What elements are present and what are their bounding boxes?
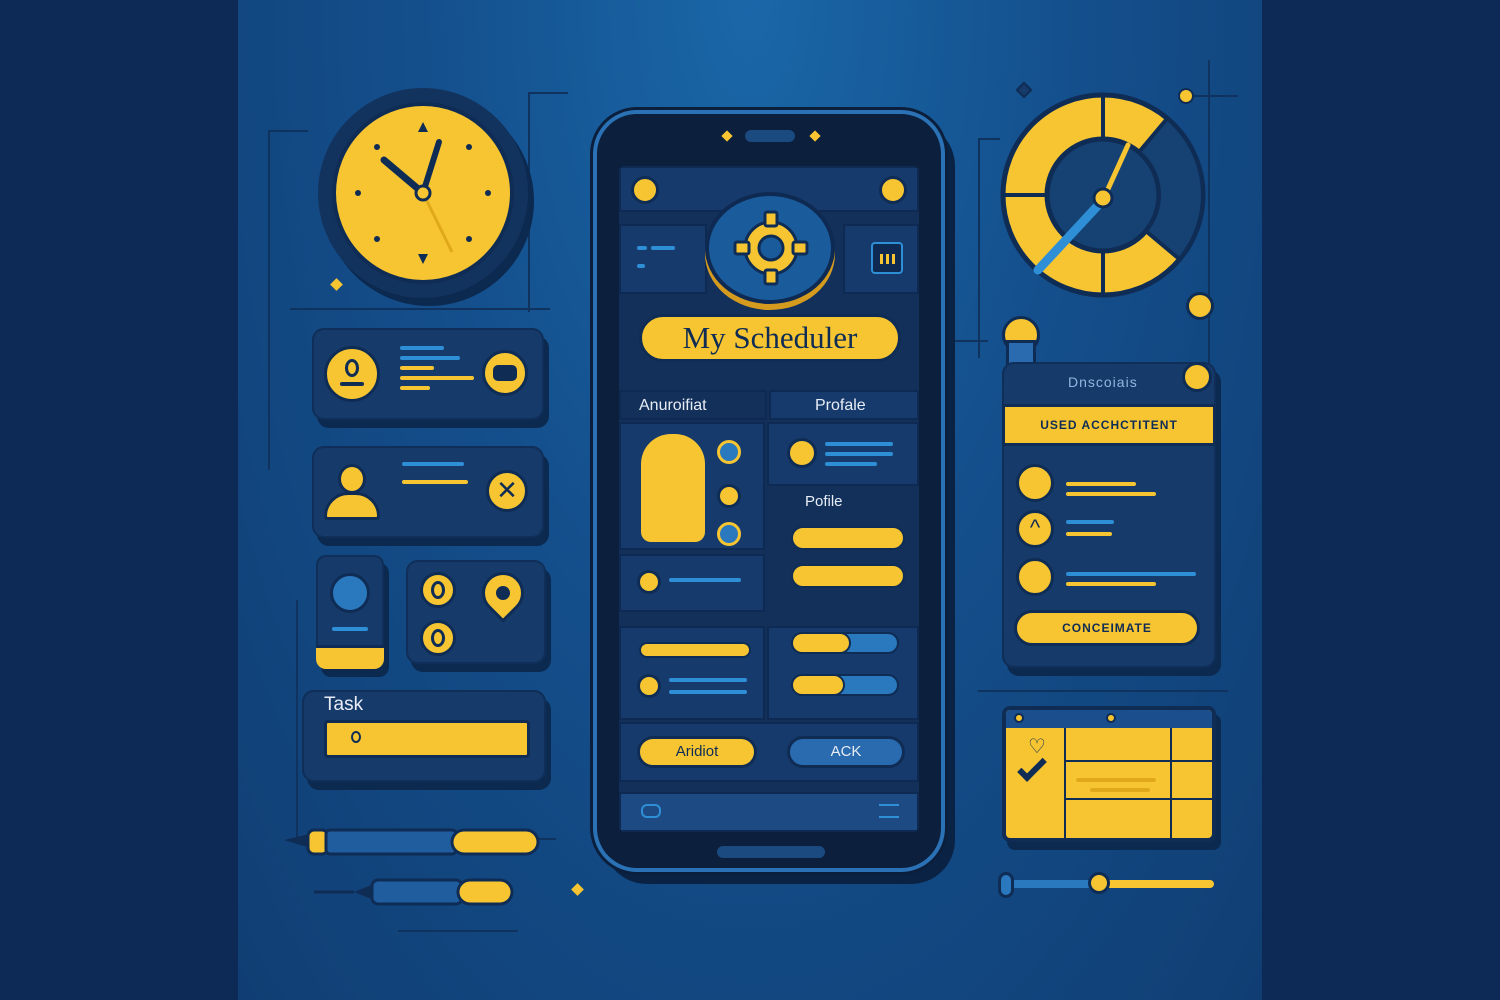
camera-icon[interactable] xyxy=(482,350,528,396)
alarm-icon xyxy=(637,570,661,594)
alarm-icon xyxy=(637,674,661,698)
alarm-icon xyxy=(787,438,817,468)
menu-icon[interactable] xyxy=(879,804,899,818)
user-silhouette xyxy=(641,434,705,542)
notification-icon[interactable] xyxy=(879,176,907,204)
account-button[interactable]: USED ACCHCTITENT xyxy=(1002,404,1216,446)
ack-button-label: ACK xyxy=(830,743,862,760)
icon-grid-widget[interactable] xyxy=(406,560,546,664)
pin-icon xyxy=(351,731,361,743)
speedometer-icon xyxy=(1000,92,1206,298)
bell-icon[interactable] xyxy=(1016,464,1054,502)
user-icon xyxy=(320,464,384,524)
confirm-button-label: CONCEIMATE xyxy=(1062,621,1152,635)
app-title-pill: My Scheduler xyxy=(639,314,901,362)
settings-icon[interactable] xyxy=(1186,292,1214,320)
primary-button[interactable]: Aridiot xyxy=(637,736,757,768)
tab-right[interactable]: Profale xyxy=(769,390,919,420)
task-input[interactable] xyxy=(324,720,530,758)
contact-card[interactable] xyxy=(312,328,544,420)
profile-label: Pofile xyxy=(805,493,843,510)
menu-icon[interactable] xyxy=(631,176,659,204)
clock-icon xyxy=(318,88,528,298)
slider-start-handle[interactable] xyxy=(998,872,1014,898)
pen-icon xyxy=(314,878,514,906)
settings-icon[interactable] xyxy=(420,572,456,608)
calendar-icon[interactable]: ♡ xyxy=(1002,706,1216,842)
mini-phone-widget[interactable] xyxy=(316,555,384,669)
tab-left-label: Anuroifiat xyxy=(639,397,707,414)
close-icon[interactable]: ✕ xyxy=(486,470,528,512)
status-icon xyxy=(717,484,741,508)
canvas: ✕ Task My Scheduler Anuroifiat Profale P… xyxy=(238,0,1262,1000)
status-icon xyxy=(717,522,741,546)
gear-icon[interactable] xyxy=(705,192,835,304)
task-label: Task xyxy=(324,694,364,715)
user-card[interactable]: ✕ xyxy=(312,446,544,538)
home-icon[interactable] xyxy=(641,804,661,818)
status-icon xyxy=(717,440,741,464)
settings-panel: Dnscoiais USED ACCHCTITENT ^ CONCEIMATE xyxy=(1002,362,1216,668)
confirm-button[interactable]: CONCEIMATE xyxy=(1014,610,1200,646)
panel-header: Dnscoiais xyxy=(1068,374,1138,390)
toggle-pill[interactable] xyxy=(791,564,905,588)
list-icon[interactable] xyxy=(871,242,903,274)
account-button-label: USED ACCHCTITENT xyxy=(1040,418,1178,432)
chevron-up-icon[interactable]: ^ xyxy=(1016,510,1054,548)
user-icon xyxy=(324,346,380,402)
phone: My Scheduler Anuroifiat Profale Pofile A… xyxy=(593,110,945,872)
pin-icon[interactable] xyxy=(473,563,533,623)
slider-handle[interactable] xyxy=(1088,872,1110,894)
primary-button-label: Aridiot xyxy=(675,743,719,760)
tab-right-label: Profale xyxy=(815,397,866,414)
info-icon[interactable] xyxy=(1182,362,1212,392)
pen-icon xyxy=(284,828,540,856)
settings-icon[interactable] xyxy=(420,620,456,656)
power-icon[interactable] xyxy=(1016,558,1054,596)
ack-button[interactable]: ACK xyxy=(787,736,905,768)
check-icon xyxy=(1017,752,1047,782)
app-screen: My Scheduler Anuroifiat Profale Pofile A… xyxy=(619,166,919,832)
diamond-icon xyxy=(571,883,584,896)
task-widget[interactable]: Task xyxy=(302,690,546,782)
toggle-pill[interactable] xyxy=(791,526,905,550)
tab-left[interactable]: Anuroifiat xyxy=(619,390,767,420)
app-title: My Scheduler xyxy=(682,320,858,355)
